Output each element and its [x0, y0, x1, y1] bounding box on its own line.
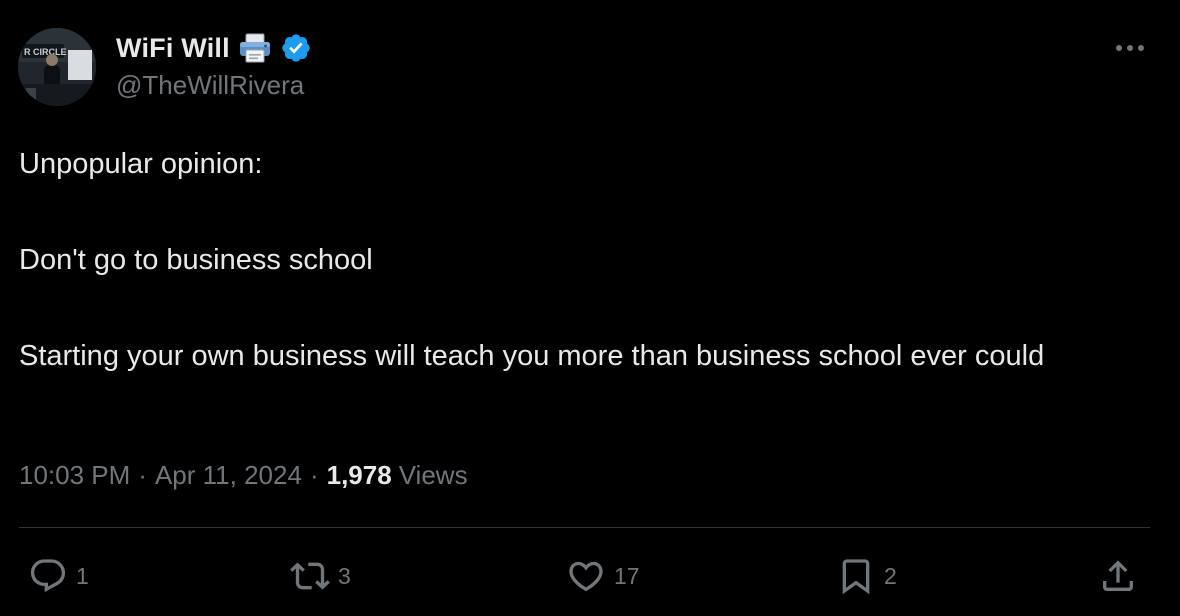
- bookmark-count: 2: [884, 562, 897, 589]
- bookmark-icon: [842, 559, 870, 595]
- reply-count: 1: [76, 562, 89, 589]
- tweet-line: Unpopular opinion:: [19, 148, 263, 180]
- bookmark-button[interactable]: 2: [836, 556, 897, 596]
- repost-icon: [290, 562, 330, 590]
- tweet-text: Unpopular opinion: Don't go to business …: [19, 140, 1139, 380]
- user-handle[interactable]: @TheWillRivera: [116, 70, 304, 101]
- like-count: 17: [614, 562, 640, 589]
- display-name[interactable]: WiFi Will: [116, 33, 230, 64]
- avatar[interactable]: R CIRCLE: [18, 28, 96, 106]
- more-dots-icon: [1116, 45, 1144, 51]
- reply-icon: [30, 559, 66, 593]
- views-label: Views: [398, 459, 468, 490]
- tweet-date[interactable]: Apr 11, 2024: [155, 460, 302, 491]
- tweet-time[interactable]: 10:03 PM: [19, 460, 130, 491]
- tweet-line: Don't go to business school: [19, 244, 373, 276]
- views-count: 1,978: [326, 459, 392, 490]
- tweet-line: Starting your own business will teach yo…: [19, 340, 1045, 372]
- repost-count: 3: [338, 562, 351, 589]
- printer-icon: [238, 32, 272, 64]
- avatar-image: R CIRCLE: [18, 28, 96, 106]
- meta-separator: ·: [138, 459, 147, 490]
- reply-button[interactable]: 1: [28, 556, 89, 596]
- tweet-card: R CIRCLE WiFi Will @TheWillRivera Unpopu…: [0, 0, 1180, 616]
- avatar-sign-text: R CIRCLE: [24, 47, 67, 57]
- share-button[interactable]: [1098, 556, 1138, 596]
- more-options-button[interactable]: [1110, 36, 1150, 60]
- heart-icon: [569, 561, 603, 592]
- tweet-meta: 10:03 PM · Apr 11, 2024 · 1,978 Views: [19, 455, 468, 495]
- share-icon: [1103, 560, 1133, 591]
- user-name-row: WiFi Will: [116, 28, 312, 68]
- divider: [19, 527, 1150, 528]
- verified-badge-icon[interactable]: [280, 32, 312, 64]
- repost-button[interactable]: 3: [290, 556, 351, 596]
- meta-separator: ·: [309, 459, 319, 490]
- like-button[interactable]: 17: [566, 556, 640, 596]
